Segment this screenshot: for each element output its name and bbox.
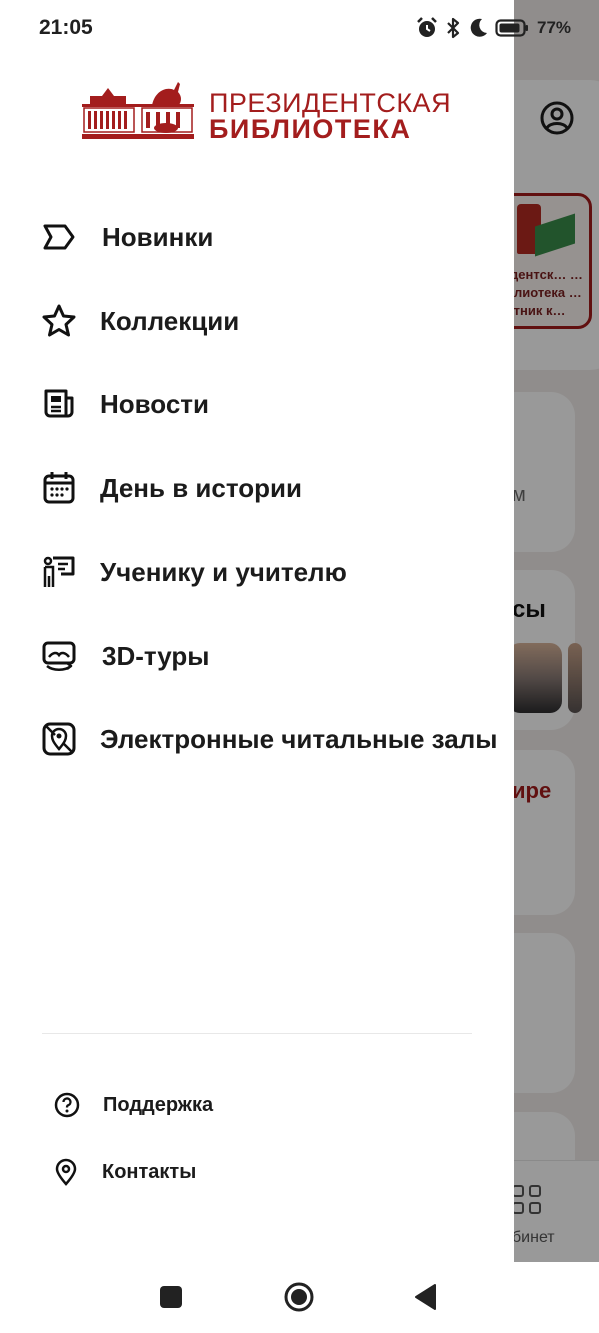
profile-button[interactable] <box>539 100 575 136</box>
status-icons: 77% <box>415 14 571 42</box>
menu-item-label: Новости <box>100 388 210 419</box>
presentation-icon <box>41 554 77 590</box>
square-icon <box>160 1286 182 1308</box>
vr-headset-icon <box>41 638 77 674</box>
moon-icon <box>470 18 487 37</box>
navigation-drawer: ПРЕЗИДЕНТСКАЯ БИБЛИОТЕКА Новинки Коллекц… <box>0 0 514 1262</box>
library-building-emblem <box>82 82 194 139</box>
bluetooth-icon <box>447 17 460 39</box>
menu-item-label: День в истории <box>100 472 302 503</box>
map-pin-box-icon <box>41 721 77 757</box>
menu-item-news[interactable]: Новости <box>0 369 514 439</box>
menu-item-reading-rooms[interactable]: Электронные читальные залы <box>0 704 514 774</box>
footer-item-support[interactable]: Поддержка <box>0 1079 514 1131</box>
battery-percent: 77% <box>537 18 572 37</box>
menu-item-novinki[interactable]: Новинки <box>0 202 514 272</box>
footer-item-label: Контакты <box>102 1160 197 1183</box>
back-button[interactable] <box>409 1280 443 1314</box>
menu-item-students-teachers[interactable]: Ученику и учителю <box>0 537 514 607</box>
menu-item-label: Коллекции <box>100 305 240 336</box>
alarm-icon <box>417 17 437 37</box>
footer-item-contacts[interactable]: Контакты <box>0 1146 514 1198</box>
recent-apps-button[interactable] <box>154 1280 188 1314</box>
tag-icon <box>41 219 77 255</box>
location-pin-icon <box>52 1158 80 1186</box>
help-circle-icon <box>53 1091 81 1119</box>
menu-item-collections[interactable]: Коллекции <box>0 286 514 356</box>
star-icon <box>41 303 77 339</box>
menu-divider <box>42 1033 472 1034</box>
logo-text-line2: БИБЛИОТЕКА <box>209 114 412 144</box>
presidential-library-logo: ПРЕЗИДЕНТСКАЯ БИБЛИОТЕКА <box>82 78 451 144</box>
circle-home-icon <box>284 1282 314 1312</box>
menu-item-label: Электронные читальные залы <box>100 723 498 754</box>
home-button[interactable] <box>282 1280 316 1314</box>
user-circle-icon <box>540 101 574 135</box>
menu-item-label: Новинки <box>102 221 214 252</box>
system-navigation-bar <box>0 1262 599 1333</box>
menu-item-3d-tours[interactable]: 3D-туры <box>0 621 514 691</box>
triangle-back-icon <box>415 1284 436 1310</box>
footer-item-label: Поддержка <box>103 1093 214 1116</box>
newspaper-icon <box>41 386 77 422</box>
battery-icon <box>495 19 528 37</box>
menu-item-day-in-history[interactable]: День в истории <box>0 453 514 523</box>
calendar-icon <box>41 470 77 506</box>
menu-item-label: Ученику и учителю <box>100 556 347 587</box>
menu-item-label: 3D-туры <box>102 640 210 671</box>
status-time: 21:05 <box>39 16 93 39</box>
